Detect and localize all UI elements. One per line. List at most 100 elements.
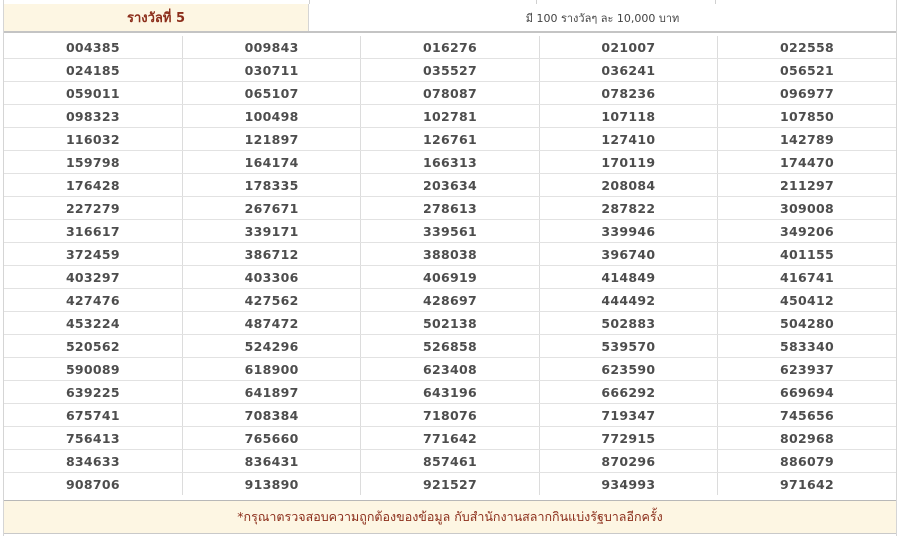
- winning-number: 765660: [182, 426, 362, 450]
- winning-number: 100498: [182, 104, 362, 128]
- winning-number: 502138: [360, 311, 540, 335]
- header-divider: [4, 31, 896, 33]
- winning-number: 526858: [360, 334, 540, 358]
- winning-number: 102781: [360, 104, 540, 128]
- winning-number: 427476: [4, 288, 183, 312]
- winning-number: 913890: [182, 472, 362, 495]
- winning-numbers-table: 004385 009843 016276 021007 022558 024185 0307…: [4, 36, 896, 495]
- winning-number: 386712: [182, 242, 362, 266]
- verification-note: *กรุณาตรวจสอบความถูกต้องของข้อมูล กับสำน…: [4, 500, 896, 534]
- winning-number: 004385: [4, 36, 183, 59]
- table-row: 520562 524296 526858 539570 583340: [4, 334, 896, 358]
- winning-number: 372459: [4, 242, 183, 266]
- winning-number: 267671: [182, 196, 362, 220]
- winning-number: 036241: [539, 58, 719, 82]
- winning-number: 022558: [717, 36, 896, 59]
- winning-number: 009843: [182, 36, 362, 59]
- prize-header: รางวัลที่ 5 มี 100 รางวัลๆ ละ 10,000 บาท: [4, 4, 896, 31]
- winning-number: 159798: [4, 150, 183, 174]
- winning-number: 520562: [4, 334, 183, 358]
- winning-number: 403306: [182, 265, 362, 289]
- winning-number: 406919: [360, 265, 540, 289]
- winning-number: 016276: [360, 36, 540, 59]
- table-row: 098323 100498 102781 107118 107850: [4, 104, 896, 128]
- winning-number: 096977: [717, 81, 896, 105]
- winning-number: 203634: [360, 173, 540, 197]
- winning-numbers-body: 004385 009843 016276 021007 022558 024185 0307…: [4, 36, 896, 495]
- winning-number: 623408: [360, 357, 540, 381]
- winning-number: 453224: [4, 311, 183, 335]
- winning-number: 836431: [182, 449, 362, 473]
- winning-number: 971642: [780, 476, 835, 492]
- winning-number: 583340: [717, 334, 896, 358]
- winning-number: 934993: [539, 472, 719, 495]
- table-row: 159798 164174 166313 170119 174470: [4, 150, 896, 174]
- winning-number: 107850: [717, 104, 896, 128]
- winning-number: 718076: [360, 403, 540, 427]
- winning-number: 388038: [360, 242, 540, 266]
- table-row: 176428 178335 203634 208084 211297: [4, 173, 896, 197]
- winning-number: 590089: [4, 357, 183, 381]
- winning-number: 035527: [360, 58, 540, 82]
- winning-number: 427562: [182, 288, 362, 312]
- winning-number: 339171: [182, 219, 362, 243]
- winning-number: 021007: [539, 36, 719, 59]
- winning-number: 403297: [4, 265, 183, 289]
- winning-number: 024185: [4, 58, 183, 82]
- winning-number: 504280: [717, 311, 896, 335]
- table-row: 059011 065107 078087 078236 096977: [4, 81, 896, 105]
- winning-number: 078087: [360, 81, 540, 105]
- table-row: 024185 030711 035527 036241 056521: [4, 58, 896, 82]
- winning-number: 127410: [539, 127, 719, 151]
- table-row: 675741 708384 718076 719347 745656: [4, 403, 896, 427]
- winning-number: 414849: [539, 265, 719, 289]
- table-row: 403297 403306 406919 414849 416741: [4, 265, 896, 289]
- winning-number: 211297: [717, 173, 896, 197]
- table-row: 372459 386712 388038 396740 401155: [4, 242, 896, 266]
- winning-number: 487472: [182, 311, 362, 335]
- winning-number: 116032: [4, 127, 183, 151]
- table-row: 227279 267671 278613 287822 309008: [4, 196, 896, 220]
- winning-number: 669694: [717, 380, 896, 404]
- winning-number: 666292: [539, 380, 719, 404]
- winning-number: 208084: [539, 173, 719, 197]
- winning-number: 756413: [4, 426, 183, 450]
- winning-number: 921527: [360, 472, 540, 495]
- winning-number: 164174: [182, 150, 362, 174]
- winning-number: 176428: [4, 173, 183, 197]
- winning-number: 857461: [360, 449, 540, 473]
- winning-number: 056521: [717, 58, 896, 82]
- winning-number: 396740: [539, 242, 719, 266]
- winning-number: 524296: [182, 334, 362, 358]
- winning-number: 771642: [360, 426, 540, 450]
- prize-results-panel: รางวัลที่ 5 มี 100 รางวัลๆ ละ 10,000 บาท…: [3, 0, 897, 536]
- winning-number: 142789: [717, 127, 896, 151]
- winning-number: 908706: [4, 472, 183, 495]
- winning-number: 539570: [539, 334, 719, 358]
- winning-number: 174470: [717, 150, 896, 174]
- table-row: 590089 618900 623408 623590 623937: [4, 357, 896, 381]
- winning-number: 166313: [360, 150, 540, 174]
- winning-number: 339561: [360, 219, 540, 243]
- winning-number: 309008: [717, 196, 896, 220]
- table-row: 756413 765660 771642 772915 802968: [4, 426, 896, 450]
- winning-number: 618900: [182, 357, 362, 381]
- winning-number: 643196: [360, 380, 540, 404]
- winning-number: 708384: [182, 403, 362, 427]
- winning-number: 170119: [539, 150, 719, 174]
- table-row: 834633 836431 857461 870296 886079: [4, 449, 896, 473]
- winning-number: 121897: [182, 127, 362, 151]
- table-row: 908706 913890 921527 934993 971642: [4, 472, 896, 495]
- winning-number: 349206: [717, 219, 896, 243]
- winning-number: 287822: [539, 196, 719, 220]
- winning-number: 772915: [539, 426, 719, 450]
- winning-number: 450412: [717, 288, 896, 312]
- winning-number: 428697: [360, 288, 540, 312]
- winning-number: 870296: [539, 449, 719, 473]
- winning-number: 639225: [4, 380, 183, 404]
- table-row: 453224 487472 502138 502883 504280: [4, 311, 896, 335]
- winning-number: 886079: [717, 449, 896, 473]
- winning-number: 178335: [182, 173, 362, 197]
- winning-number: 502883: [539, 311, 719, 335]
- prize-title: รางวัลที่ 5: [4, 4, 309, 31]
